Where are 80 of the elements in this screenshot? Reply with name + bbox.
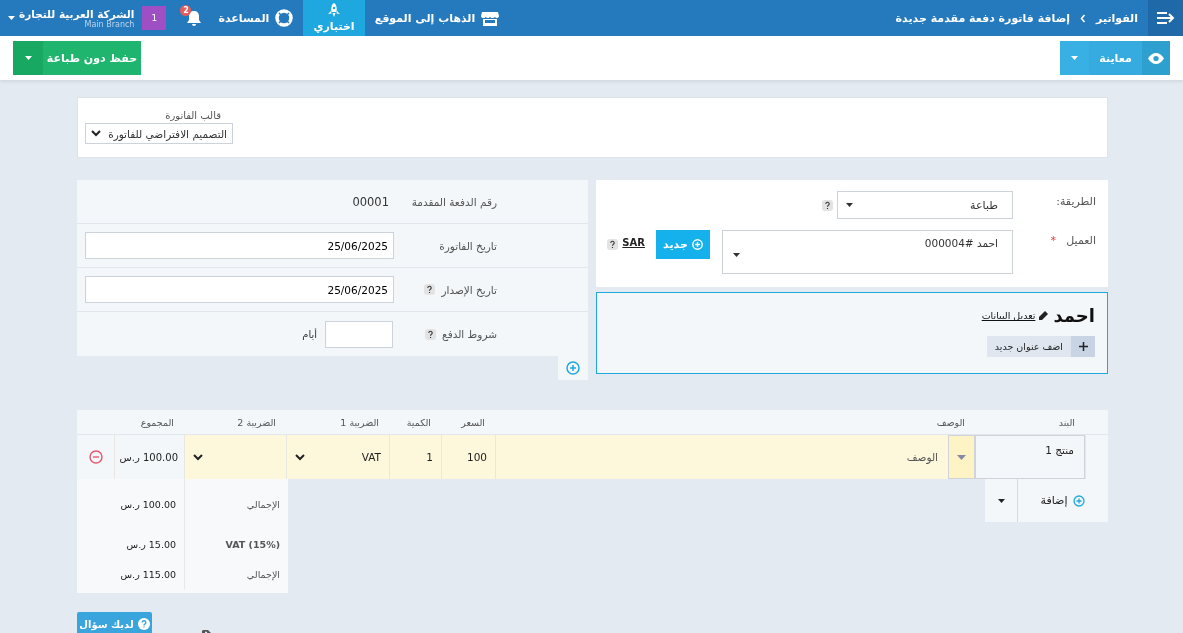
field-label: تاريخ الفاتورة: [439, 239, 497, 252]
total-label: الإجمالي: [184, 479, 288, 529]
help-icon[interactable]: [822, 200, 833, 211]
caret-icon: [957, 454, 966, 460]
help-icon[interactable]: [425, 328, 437, 340]
column-header: الضريبة 1: [286, 410, 389, 435]
description-field[interactable]: الوصف: [495, 435, 948, 479]
chevron-down-icon: [193, 453, 203, 461]
chevron-down-icon: [295, 453, 305, 461]
remove-icon[interactable]: [88, 450, 103, 464]
notifications-button[interactable]: 2: [180, 0, 209, 36]
template-select[interactable]: التصميم الافتراضي للفاتورة: [85, 123, 233, 144]
preview-eye-button[interactable]: [1142, 41, 1170, 75]
help-icon[interactable]: [607, 239, 619, 250]
total-value: 115.00 ر.س: [119, 568, 177, 580]
method-select[interactable]: طباعة: [837, 191, 1013, 219]
total-value: 15.00 ر.س: [125, 538, 177, 550]
pencil-icon: [1038, 310, 1049, 321]
notification-count: 2: [180, 5, 192, 16]
line-total: 100.00 ر.س: [114, 435, 184, 479]
price-field[interactable]: 100: [441, 435, 495, 479]
bell-icon: [186, 9, 203, 27]
field-label: رقم الدفعة المقدمة: [411, 195, 497, 208]
breadcrumb-link[interactable]: الفواتير: [1096, 11, 1138, 25]
currency-link[interactable]: SAR: [622, 237, 645, 248]
total-label: الإجمالي: [184, 559, 288, 589]
caret-icon: [997, 498, 1005, 503]
field-label: تاريخ الإصدار: [441, 283, 497, 296]
plus-circle-icon: [566, 361, 580, 375]
required-mark: *: [1049, 233, 1056, 247]
date-field[interactable]: 25/06/2025: [85, 232, 394, 259]
chevron-down-icon: [91, 130, 101, 137]
menu-icon: [1156, 11, 1175, 25]
plus-circle-icon: [1073, 494, 1086, 507]
column-header: المجموع: [114, 410, 184, 435]
item-field[interactable]: منتج 1: [975, 435, 1085, 479]
unit-label: أيام: [302, 328, 317, 340]
days-field[interactable]: [325, 320, 393, 348]
total-value: 100.00 ر.س: [119, 498, 177, 510]
client-select[interactable]: احمد #000004: [722, 230, 1013, 274]
total-label: VAT (15%): [184, 529, 288, 559]
nav-link[interactable]: المساعدة: [208, 0, 304, 36]
menu-button[interactable]: [1148, 0, 1183, 36]
store-icon: [481, 10, 500, 26]
column-header: السعر: [441, 410, 495, 435]
nav-link[interactable]: الذهاب إلى الموقع: [364, 0, 510, 36]
page-title: إضافة فاتورة دفعة مقدمة جديدة: [895, 11, 1071, 25]
caret-icon: [733, 253, 740, 257]
edit-link[interactable]: تعديل البيانات: [981, 310, 1036, 321]
field-label: الطريقة:: [1055, 194, 1096, 208]
add-address-button[interactable]: اضف عنوان جديد: [986, 336, 1095, 357]
field-value: 00001: [352, 194, 390, 209]
user-badge[interactable]: 1: [142, 6, 167, 30]
caret-icon: [24, 56, 32, 60]
add-field-button[interactable]: [558, 356, 588, 380]
chevron-icon: [1080, 13, 1087, 23]
caret-icon: [846, 203, 853, 207]
quantity-field[interactable]: 1: [389, 435, 441, 479]
question-circle-icon: [137, 618, 150, 630]
lifebuoy-icon: [275, 9, 294, 27]
column-header: الوصف: [495, 410, 975, 435]
column-header: البند: [975, 410, 1085, 435]
field-label: قالب الفاتورة: [164, 110, 222, 121]
tax-select[interactable]: VAT: [286, 435, 389, 479]
column-header: الكمية: [389, 410, 441, 435]
help-icon[interactable]: [424, 284, 436, 295]
item-dropdown-button[interactable]: [948, 435, 975, 479]
client-name: احمد: [1053, 305, 1095, 326]
table-cell: [1085, 410, 1108, 435]
field-label: شروط الدفع: [442, 328, 497, 340]
column-header: الضريبة 2: [184, 410, 286, 435]
eye-icon: [1148, 52, 1164, 64]
rocket-icon: [328, 3, 340, 18]
plus-circle-icon: [691, 239, 703, 250]
caret-icon: [1071, 56, 1078, 60]
caret-icon: [8, 16, 15, 20]
plus-icon: [1078, 342, 1088, 351]
field-label: العميل: [1065, 233, 1096, 247]
date-field[interactable]: 25/06/2025: [85, 276, 394, 303]
table-cell: [1085, 435, 1108, 479]
